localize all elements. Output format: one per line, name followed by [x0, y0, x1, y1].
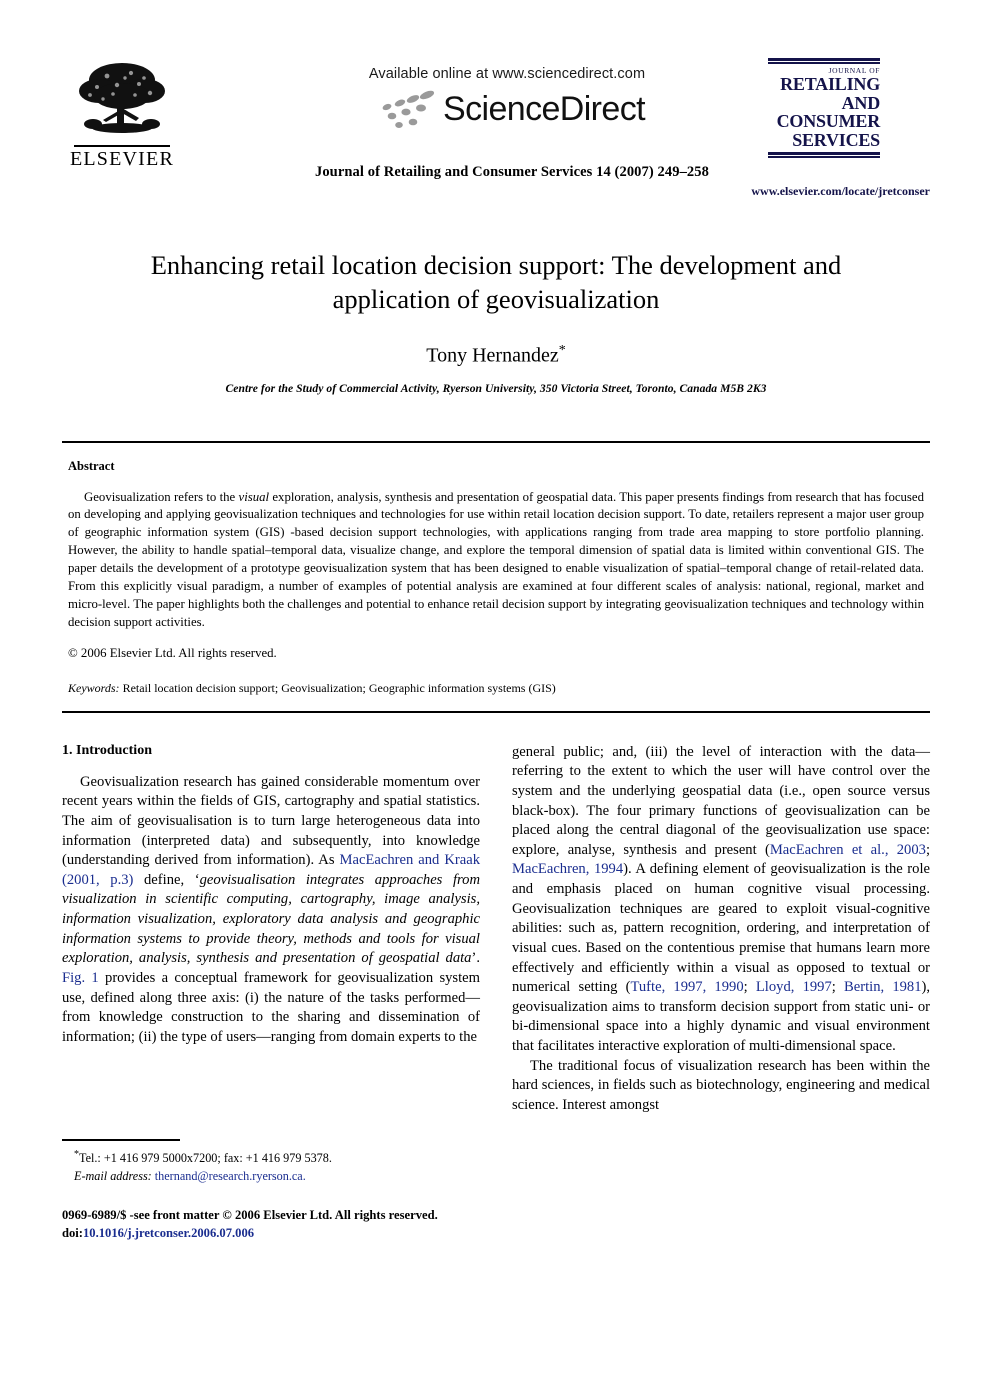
footnote-email: E-mail address: thernand@research.ryerso…: [62, 1168, 480, 1186]
author-label: Tony Hernandez: [426, 344, 559, 367]
page-title: Enhancing retail location decision suppo…: [150, 250, 842, 315]
footnote-tel-text: Tel.: +1 416 979 5000x7200; fax: +1 416 …: [79, 1151, 332, 1166]
doi-line: doi:10.1016/j.jretconser.2006.07.006: [62, 1225, 480, 1243]
elsevier-logo: ELSEVIER: [62, 58, 182, 169]
intro-right-sep-1: ;: [925, 841, 930, 858]
available-online-text: Available online at www.sciencedirect.co…: [368, 66, 646, 82]
intro-left-run-4: provides a conceptual framework for geov…: [62, 969, 480, 1045]
author-footnote-marker: *: [558, 342, 566, 358]
intro-right-run-2: ). A defining element of geovisualizatio…: [512, 861, 931, 996]
footer-meta: 0969-6989/$ -see front matter © 2006 Els…: [62, 1207, 480, 1242]
abstract-top-rule: [62, 440, 930, 443]
masthead: ELSEVIER Available online at www.science…: [62, 58, 930, 208]
doi-label: doi:: [62, 1226, 83, 1241]
journal-logo-rule-bottom2: [768, 155, 880, 158]
left-column: 1. Introduction Geovisualization researc…: [62, 743, 480, 1243]
keywords: Keywords: Retail location decision suppo…: [68, 680, 924, 696]
sciencedirect-logo: ScienceDirect: [297, 88, 717, 130]
journal-url-link[interactable]: www.elsevier.com/locate/jretconser: [751, 184, 930, 199]
title-block: Enhancing retail location decision suppo…: [62, 248, 930, 395]
journal-logo-rule-top: [768, 58, 880, 61]
intro-left-run-3: ’.: [471, 950, 480, 967]
intro-paragraph-left: Geovisualization research has gained con…: [62, 773, 480, 1048]
journal-logo-line3: CONSUMER: [776, 111, 881, 132]
section-heading-introduction: 1. Introduction: [62, 742, 152, 758]
journal-citation: Journal of Retailing and Consumer Servic…: [314, 164, 709, 180]
figure-1-link[interactable]: Fig. 1: [62, 970, 99, 986]
abstract-section: Abstract Geovisualization refers to the …: [62, 459, 930, 697]
keywords-value: Retail location decision support; Geovis…: [122, 681, 556, 696]
footnote-email-label: E-mail address:: [74, 1168, 152, 1183]
journal-logo-line2: AND: [841, 92, 881, 113]
doi-link[interactable]: 10.1016/j.jretconser.2006.07.006: [83, 1226, 254, 1240]
citation-maceachren-et-al-2003[interactable]: MacEachren et al., 2003: [770, 842, 926, 858]
citation-maceachren-1994[interactable]: MacEachren, 1994: [512, 861, 623, 877]
abstract-run-1: Geovisualization refers to the: [84, 489, 239, 504]
abstract-heading: Abstract: [68, 458, 115, 473]
journal-logo-line1: RETAILING: [780, 74, 880, 94]
journal-logo-line4: SERVICES: [792, 130, 880, 151]
abstract-copyright: © 2006 Elsevier Ltd. All rights reserved…: [68, 645, 277, 660]
intro-right-run-1: general public; and, (iii) the level of …: [512, 743, 930, 858]
sciencedirect-wordmark: ScienceDirect: [443, 89, 646, 128]
journal-logo-rule-top2: [768, 62, 880, 64]
elsevier-tree-logo: [79, 63, 165, 133]
citation-lloyd-1997[interactable]: Lloyd, 1997: [756, 979, 832, 995]
keywords-label: Keywords:: [68, 681, 120, 696]
sciencedirect-dots-icon: [382, 90, 435, 128]
article-page: ELSEVIER Available online at www.science…: [0, 58, 992, 1381]
abstract-run-2: exploration, analysis, synthesis and pre…: [68, 489, 924, 629]
affiliation: Centre for the Study of Commercial Activ…: [225, 381, 767, 395]
footnote-email-link[interactable]: thernand@research.ryerson.ca.: [155, 1169, 306, 1183]
abstract-bottom-rule: [62, 710, 930, 713]
intro-paragraph-right-1: general public; and, (iii) the level of …: [512, 743, 930, 1057]
citation-bertin-1981[interactable]: Bertin, 1981: [844, 979, 922, 995]
sciencedirect-block: Available online at www.sciencedirect.co…: [297, 66, 717, 130]
intro-left-run-2: define, ‘: [133, 871, 200, 888]
journal-logo-rule-bottom: [768, 151, 880, 155]
abstract-italic-visual: visual: [238, 489, 270, 504]
footnote-tel: *Tel.: +1 416 979 5000x7200; fax: +1 416…: [62, 1148, 480, 1168]
abstract-body: Geovisualization refers to the visual ex…: [68, 489, 924, 632]
footnote-block: *Tel.: +1 416 979 5000x7200; fax: +1 416…: [62, 1139, 480, 1242]
intro-right-sep-2: ;: [743, 979, 756, 996]
citation-tufte[interactable]: Tufte, 1997, 1990: [630, 979, 743, 995]
journal-logo: JOURNAL OF RETAILING AND CONSUMER SERVIC…: [768, 58, 880, 158]
intro-paragraph-right-2: The traditional focus of visualization r…: [512, 1057, 930, 1113]
intro-right-sep-3: ;: [831, 979, 845, 996]
issn-line: 0969-6989/$ -see front matter © 2006 Els…: [62, 1208, 438, 1223]
body-columns: 1. Introduction Geovisualization researc…: [62, 743, 930, 1243]
elsevier-logo-rule: [74, 145, 170, 147]
author-name: Tony Hernandez*: [62, 343, 930, 368]
right-column: general public; and, (iii) the level of …: [512, 743, 930, 1243]
footnote-rule: [62, 1139, 180, 1141]
elsevier-wordmark: ELSEVIER: [69, 148, 175, 170]
